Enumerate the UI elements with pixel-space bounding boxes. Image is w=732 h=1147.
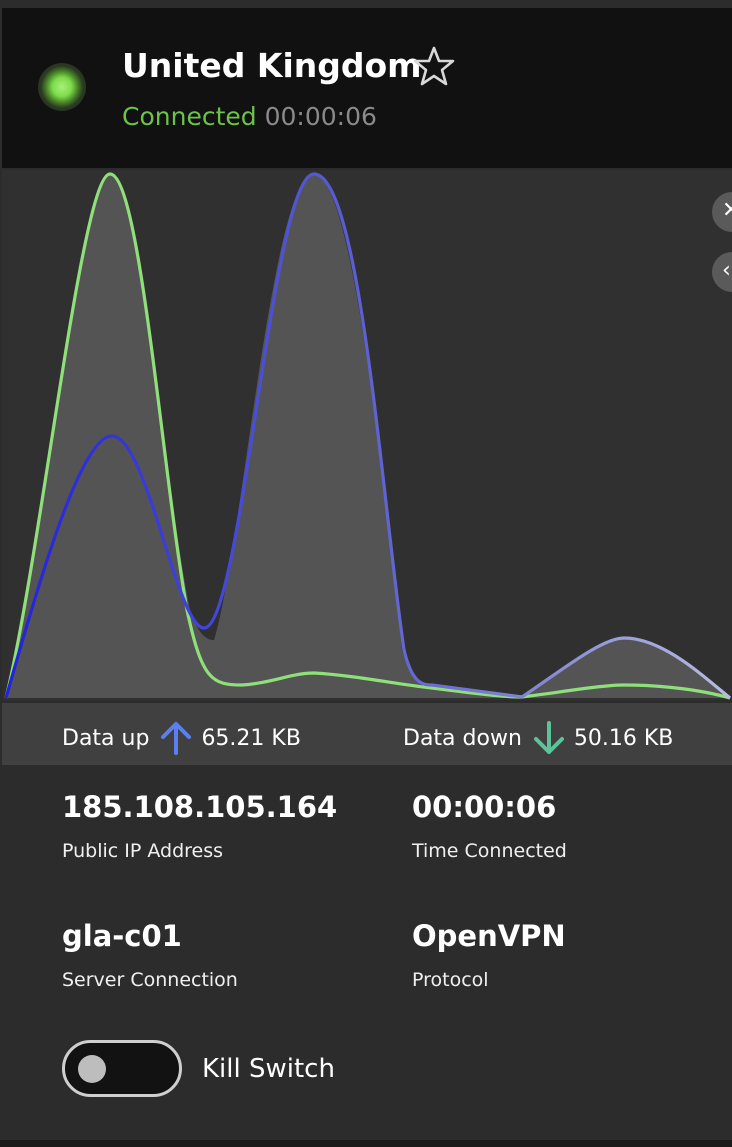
kill-switch-label: Kill Switch [202,1054,335,1084]
kill-switch-toggle[interactable] [62,1040,182,1097]
arrow-down-icon [533,721,564,754]
bottom-edge [0,1140,732,1147]
kill-switch-knob [78,1055,106,1083]
chevron-left-icon: ‹ [722,258,731,283]
data-down-label: Data down [403,725,522,751]
protocol-label: Protocol [412,969,489,991]
favorite-star-icon[interactable] [413,45,455,87]
close-icon: ✕ [722,198,732,223]
top-strip [0,0,732,8]
data-down: Data down 50.16 KB [403,721,673,755]
status-text: Connected [122,102,257,131]
public-ip-value: 185.108.105.164 [62,790,338,824]
status-timer: 00:00:06 [264,102,377,131]
data-up: Data up 65.21 KB [62,721,301,755]
public-ip-label: Public IP Address [62,840,224,862]
status-led-icon [38,63,86,111]
data-rates-bar: Data up 65.21 KB Data down 50.16 KB [2,703,732,765]
traffic-graph-svg [4,172,732,700]
data-up-label: Data up [62,725,150,751]
time-connected-value: 00:00:06 [412,790,557,824]
country-name: United Kingdom [122,46,422,85]
data-up-value: 65.21 KB [201,725,301,751]
arrow-up-icon [161,722,192,755]
connection-status: Connected 00:00:06 [122,102,377,131]
connection-header [2,8,732,168]
vpn-app: United Kingdom Connected 00:00:06 ✕ ‹ Da… [0,0,732,1147]
time-connected-label: Time Connected [412,840,567,862]
data-down-value: 50.16 KB [573,725,674,751]
server-connection-label: Server Connection [62,969,238,991]
protocol-value: OpenVPN [412,919,566,953]
traffic-graph: ✕ ‹ [2,170,732,700]
server-connection-value: gla-c01 [62,919,182,953]
